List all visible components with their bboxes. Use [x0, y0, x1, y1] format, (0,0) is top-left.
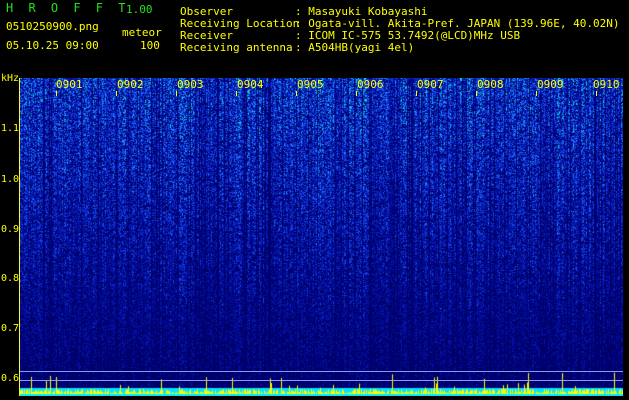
freq-label-1-1: 1.1	[1, 123, 20, 134]
time-label-0907: 0907	[417, 78, 444, 91]
time-label-0910: 0910	[593, 78, 620, 91]
time-tick	[416, 91, 417, 96]
mode-label: meteor	[122, 26, 162, 39]
app-version: 1.00	[126, 3, 153, 16]
count: 100	[140, 39, 160, 52]
freq-label-0-7: 0.7	[1, 323, 20, 334]
filename: 0510250900.png	[6, 20, 99, 33]
time-tick	[296, 91, 297, 96]
time-label-0903: 0903	[177, 78, 204, 91]
info-antenna-label: Receiving antenna	[180, 41, 293, 54]
freq-label-0-9: 0.9	[1, 224, 20, 235]
time-label-0906: 0906	[357, 78, 384, 91]
time-tick	[596, 91, 597, 96]
spectrogram-canvas	[20, 78, 623, 396]
time-tick	[356, 91, 357, 96]
reference-line-lower	[20, 380, 623, 381]
freq-label-0-8: 0.8	[1, 273, 20, 284]
time-label-0905: 0905	[297, 78, 324, 91]
frequency-axis-line	[19, 78, 20, 396]
reference-line-upper	[20, 371, 623, 372]
time-label-0904: 0904	[237, 78, 264, 91]
info-antenna-value: : A504HB(yagi 4el)	[295, 41, 415, 54]
time-tick	[116, 91, 117, 96]
datetime: 05.10.25 09:00	[6, 39, 99, 52]
time-tick	[476, 91, 477, 96]
time-label-0909: 0909	[537, 78, 564, 91]
app-title: H R O F F T	[6, 1, 130, 15]
time-label-0902: 0902	[117, 78, 144, 91]
time-tick	[176, 91, 177, 96]
header-panel: H R O F F T 1.00 0510250900.png meteor 0…	[0, 0, 629, 76]
time-label-0908: 0908	[477, 78, 504, 91]
time-tick	[236, 91, 237, 96]
freq-label-0-6: 0.6	[1, 373, 20, 384]
freq-label-1-0: 1.0	[1, 174, 20, 185]
time-label-0901: 0901	[56, 78, 83, 91]
time-tick	[536, 91, 537, 96]
time-tick	[56, 91, 57, 96]
freq-unit-label: kHz	[1, 73, 20, 84]
